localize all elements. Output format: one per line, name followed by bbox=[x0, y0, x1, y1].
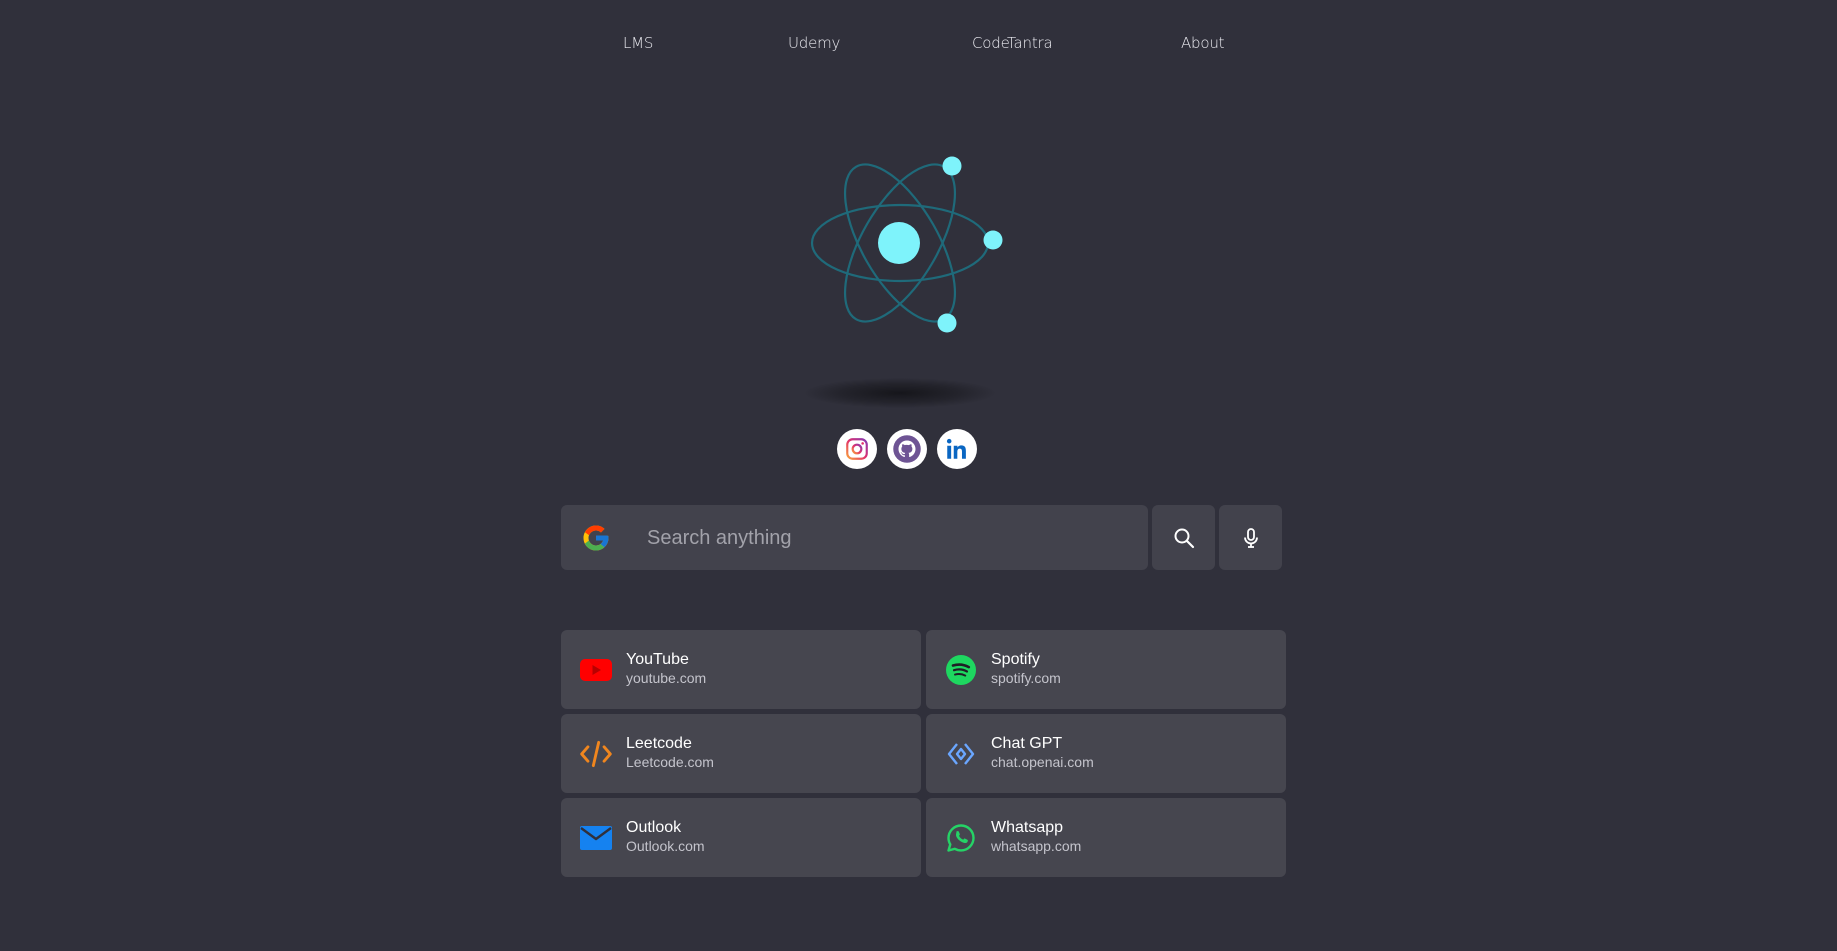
shortcut-name: Chat GPT bbox=[991, 735, 1063, 752]
shortcut-name: YouTube bbox=[626, 651, 689, 668]
shortcut-chatgpt[interactable]: Chat GPT chat.openai.com bbox=[926, 714, 1286, 793]
shortcut-outlook[interactable]: Outlook Outlook.com bbox=[561, 798, 921, 877]
atom-electron bbox=[983, 230, 1003, 250]
instagram-button[interactable] bbox=[837, 429, 877, 469]
search-bar bbox=[561, 505, 1148, 570]
atom-nucleus bbox=[878, 222, 920, 264]
shortcut-name: Whatsapp bbox=[991, 819, 1064, 836]
google-icon bbox=[583, 525, 609, 551]
mail-icon bbox=[579, 821, 613, 855]
microphone-icon bbox=[1243, 527, 1258, 548]
nav-link-about[interactable]: About bbox=[1181, 34, 1225, 52]
shortcut-name: Spotify bbox=[991, 651, 1040, 668]
linkedin-button[interactable] bbox=[937, 429, 977, 469]
spotify-icon bbox=[944, 653, 978, 687]
whatsapp-icon bbox=[944, 821, 978, 855]
nav-link-lms[interactable]: LMS bbox=[623, 34, 653, 52]
nav-link-codetantra[interactable]: CodeTantra bbox=[972, 34, 1053, 52]
nav-link-udemy[interactable]: Udemy bbox=[788, 34, 840, 52]
atom-electron bbox=[942, 156, 962, 176]
shortcut-url: whatsapp.com bbox=[991, 838, 1082, 854]
shortcut-spotify[interactable]: Spotify spotify.com bbox=[926, 630, 1286, 709]
github-icon bbox=[893, 435, 921, 463]
instagram-icon bbox=[846, 438, 868, 460]
shortcut-whatsapp[interactable]: Whatsapp whatsapp.com bbox=[926, 798, 1286, 877]
linkedin-icon bbox=[946, 438, 966, 459]
shortcut-name: Outlook bbox=[626, 819, 682, 836]
search-button[interactable] bbox=[1152, 505, 1215, 570]
shortcut-url: chat.openai.com bbox=[991, 754, 1094, 770]
atom-shadow bbox=[805, 378, 995, 408]
shortcut-url: youtube.com bbox=[626, 670, 707, 686]
shortcut-youtube[interactable]: YouTube youtube.com bbox=[561, 630, 921, 709]
shortcut-name: Leetcode bbox=[626, 735, 692, 752]
github-button[interactable] bbox=[887, 429, 927, 469]
search-input[interactable] bbox=[645, 519, 1129, 557]
shortcut-url: Leetcode.com bbox=[626, 754, 714, 770]
atom-icon bbox=[810, 156, 1003, 333]
shortcut-leetcode[interactable]: Leetcode Leetcode.com bbox=[561, 714, 921, 793]
youtube-icon bbox=[579, 653, 613, 687]
new-tab-page: LMS Udemy CodeTantra About Search anythi… bbox=[0, 0, 1837, 951]
shortcut-url: Outlook.com bbox=[626, 838, 705, 854]
chatgpt-icon bbox=[944, 737, 978, 771]
voice-search-button[interactable] bbox=[1219, 505, 1282, 570]
search-icon bbox=[1174, 528, 1194, 548]
shortcut-url: spotify.com bbox=[991, 670, 1061, 686]
code-icon bbox=[579, 737, 613, 771]
atom-electron bbox=[937, 313, 957, 333]
